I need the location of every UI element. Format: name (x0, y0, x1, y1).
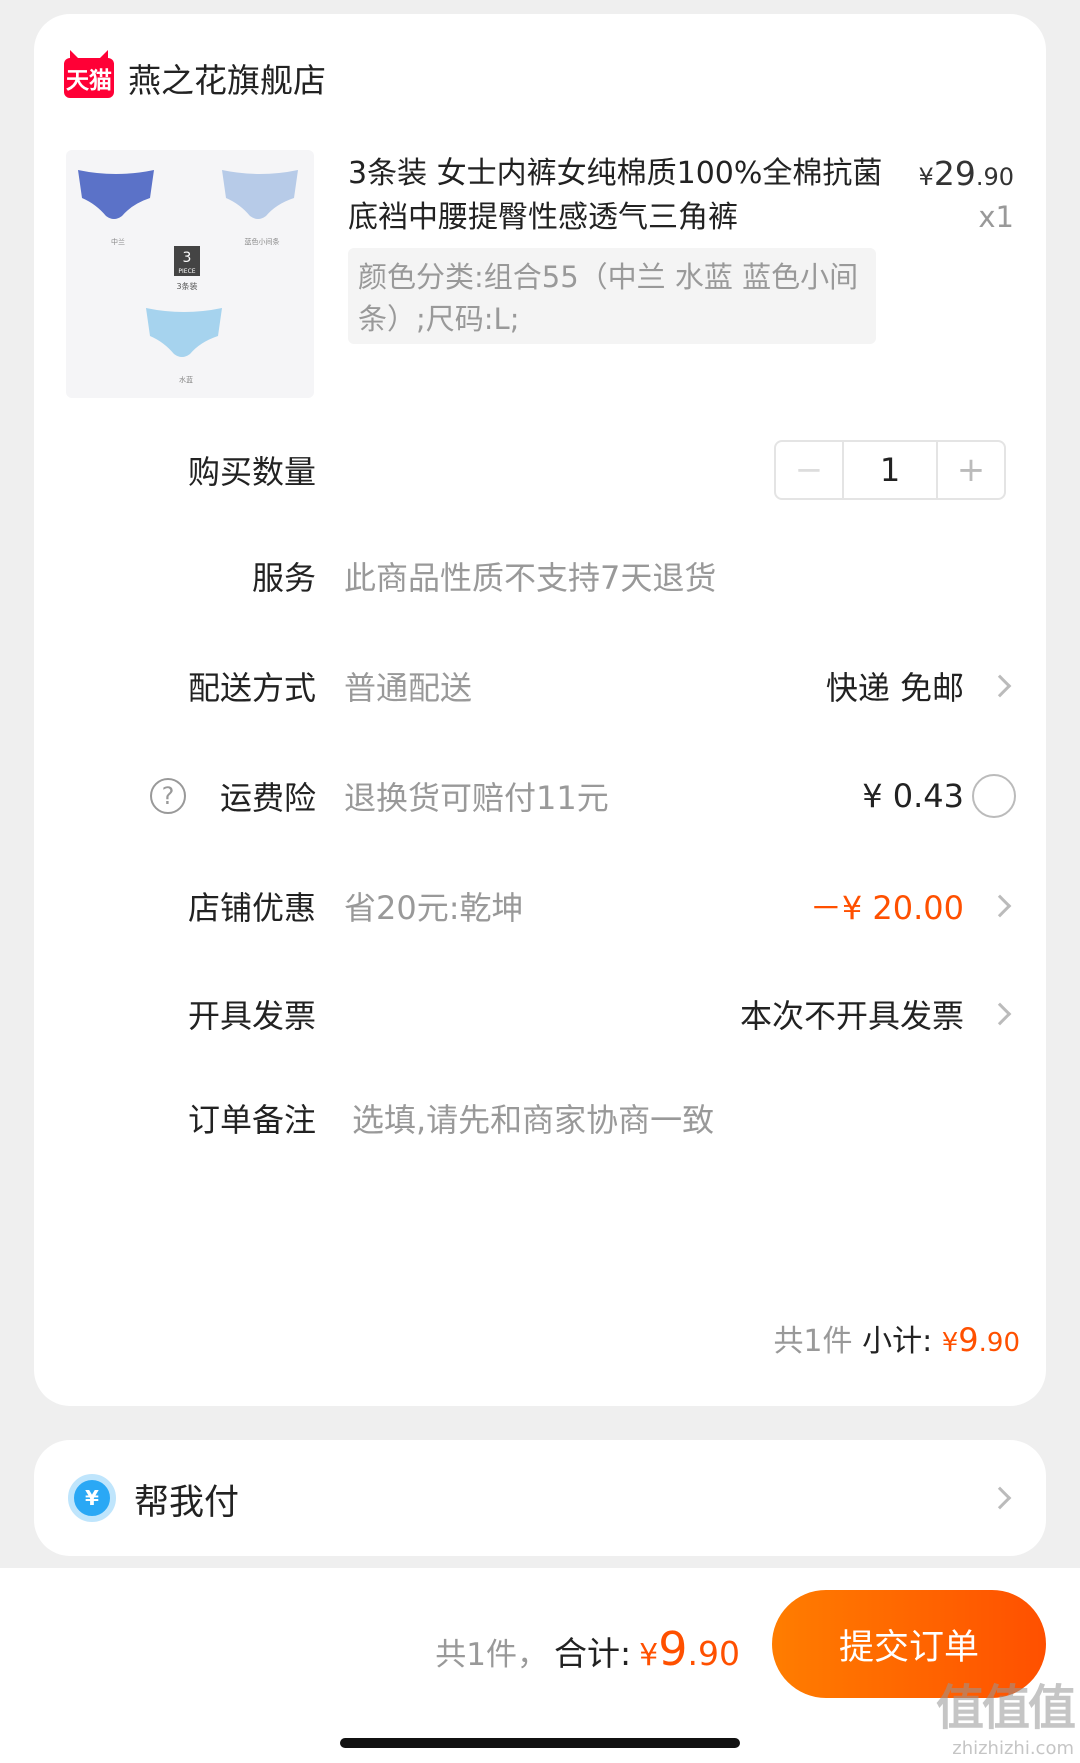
minus-button[interactable]: − (776, 442, 842, 498)
product-illustration: 3 PIECE 3条装 中兰 蓝色小间条 水蓝 (78, 170, 298, 384)
color3-label: 水蓝 (179, 375, 193, 384)
invoice-option[interactable]: 本次不开具发票 (740, 991, 964, 1037)
shop-name[interactable]: 燕之花旗舰店 (128, 54, 326, 102)
product-price: ¥29.90 (919, 154, 1014, 193)
quantity-stepper: − 1 + (774, 440, 1006, 500)
delivery-label: 配送方式 (187, 669, 316, 707)
chevron-right-icon[interactable] (988, 1002, 1012, 1026)
chevron-right-icon[interactable] (988, 894, 1012, 918)
underwear-striped-shape (222, 170, 298, 219)
insurance-radio[interactable] (972, 774, 1016, 818)
invoice-label: 开具发票 (187, 997, 316, 1035)
subtotal-dec: .90 (978, 1328, 1020, 1358)
total-dec: .90 (687, 1634, 740, 1673)
total-yen: ¥ (639, 1638, 659, 1673)
shop-header[interactable]: 天猫 燕之花旗舰店 (64, 54, 326, 102)
insurance-label: 运费险 (219, 779, 316, 817)
color2-label: 蓝色小间条 (245, 237, 280, 246)
price-yen: ¥ (918, 163, 934, 191)
product-image[interactable]: 3 PIECE 3条装 中兰 蓝色小间条 水蓝 (66, 150, 314, 398)
home-indicator[interactable] (340, 1738, 740, 1748)
piece-count: 3 (183, 250, 192, 266)
chevron-right-icon[interactable] (988, 1486, 1012, 1510)
pay-for-me-label[interactable]: 帮我付 (134, 1474, 239, 1525)
pack-text: 3条装 (176, 281, 197, 291)
sku-info[interactable]: 颜色分类:组合55（中兰 水蓝 蓝色小间条）;尺码:L; (348, 248, 876, 344)
discount-label: 店铺优惠 (187, 889, 316, 927)
delivery-row[interactable]: 配送方式 普通配送 快递 免邮 (34, 656, 1046, 716)
service-value: 此商品性质不支持7天退货 (344, 559, 717, 597)
piece-text: PIECE (178, 268, 195, 275)
total-count: 共1件， (435, 1637, 549, 1673)
watermark: 值值值 zhizhizhi.com (935, 1668, 1076, 1759)
delivery-option[interactable]: 快递 免邮 (826, 663, 964, 709)
note-input[interactable]: 选填,请先和商家协商一致 (352, 1095, 714, 1141)
subtotal-count: 共1件 (773, 1324, 853, 1359)
insurance-price: ¥ 0.43 (862, 777, 964, 815)
discount-row[interactable]: 店铺优惠 省20元:乾坤 －¥ 20.00 (34, 876, 1046, 936)
color1-label: 中兰 (111, 237, 125, 246)
order-total: 共1件， 合计: ¥9.90 (435, 1622, 740, 1676)
tmall-logo-icon: 天猫 (64, 58, 114, 98)
total-label: 合计: (554, 1634, 632, 1673)
note-row: 订单备注 选填,请先和商家协商一致 (34, 1088, 1046, 1148)
subtotal: 共1件 小计: ¥9.90 (773, 1316, 1020, 1360)
underwear-light-blue-shape (146, 308, 222, 357)
price-dec: .90 (975, 163, 1014, 191)
delivery-value: 普通配送 (344, 669, 473, 707)
discount-value: 省20元:乾坤 (344, 889, 524, 927)
invoice-row[interactable]: 开具发票 本次不开具发票 (34, 984, 1046, 1044)
insurance-row: ? 运费险 退换货可赔付11元 ¥ 0.43 (34, 766, 1046, 826)
yen-coin-icon: ¥ (68, 1474, 116, 1522)
quantity-row: 购买数量 − 1 + (34, 440, 1046, 500)
discount-amount: －¥ 20.00 (809, 889, 964, 927)
price-int: 29 (933, 154, 976, 193)
subtotal-int: 9 (958, 1321, 979, 1359)
pay-for-me-card[interactable]: ¥ 帮我付 (34, 1440, 1046, 1556)
insurance-value: 退换货可赔付11元 (344, 779, 609, 817)
quantity-label: 购买数量 (187, 453, 316, 491)
bottom-bar: 共1件， 合计: ¥9.90 提交订单 值值值 zhizhizhi.com (0, 1568, 1080, 1763)
watermark-text: 值值值 (935, 1680, 1076, 1736)
product-title[interactable]: 3条装 女士内裤女纯棉质100%全棉抗菌底裆中腰提臀性感透气三角裤 (348, 152, 888, 240)
watermark-url: zhizhizhi.com (952, 1738, 1074, 1759)
plus-button[interactable]: + (938, 442, 1004, 498)
chevron-right-icon[interactable] (988, 674, 1012, 698)
service-row: 服务 此商品性质不支持7天退货 (34, 546, 1046, 606)
underwear-navy-shape (78, 170, 154, 219)
product-quantity: x1 (978, 200, 1014, 234)
quantity-value[interactable]: 1 (842, 442, 938, 498)
note-label: 订单备注 (187, 1101, 316, 1139)
total-int: 9 (658, 1622, 688, 1676)
subtotal-label: 小计: (862, 1324, 933, 1359)
service-label: 服务 (251, 559, 316, 597)
tmall-logo-text: 天猫 (66, 68, 112, 94)
order-card: 天猫 燕之花旗舰店 3 PIECE 3条装 中兰 蓝色小间条 水蓝 3条装 女士… (34, 14, 1046, 1406)
subtotal-yen: ¥ (941, 1328, 959, 1358)
help-icon[interactable]: ? (150, 778, 186, 814)
